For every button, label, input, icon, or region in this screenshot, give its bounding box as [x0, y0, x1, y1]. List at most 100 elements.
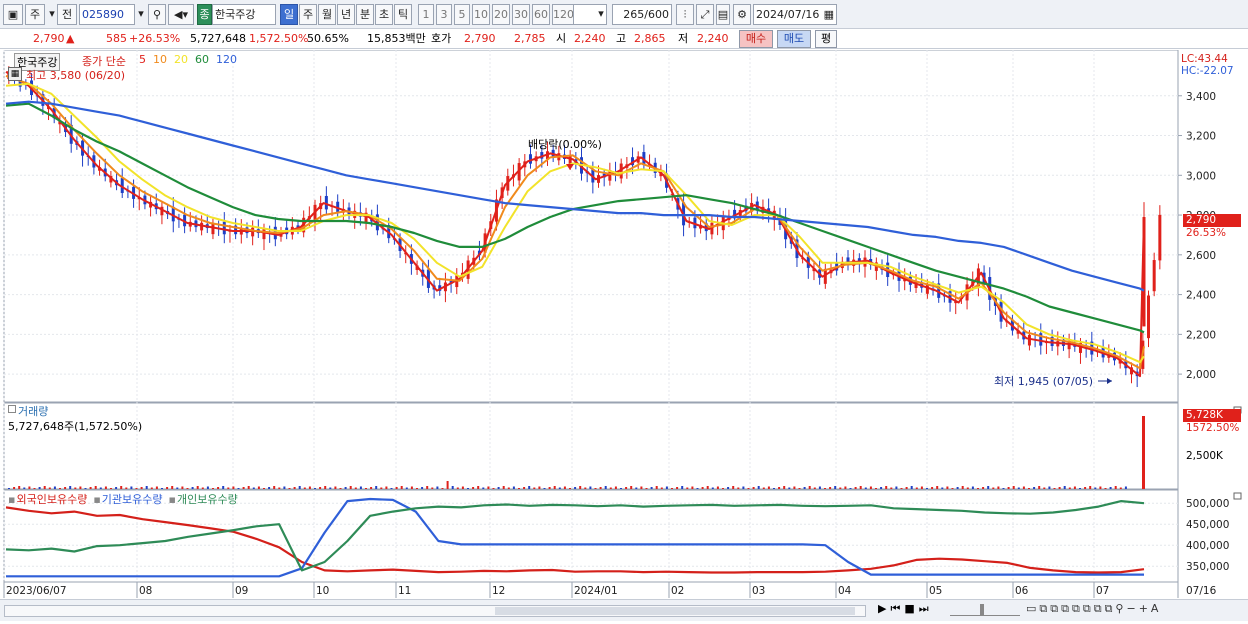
volume-bar-77 [400, 486, 403, 489]
volume-value: 5,727,648 [190, 32, 246, 45]
interval-tab-5[interactable]: 30 [512, 4, 530, 25]
x-label-12: 07 [1096, 585, 1109, 597]
interval-tab-7[interactable]: 120 [552, 4, 574, 25]
holding-y-label-2: 400,000 [1186, 540, 1229, 552]
volume-bar-17 [94, 486, 97, 489]
horizontal-scrollbar[interactable] [4, 605, 866, 617]
gear-icon[interactable]: ⚙ [733, 4, 751, 25]
holding-legend-marker-1[interactable]: ▪ [93, 493, 100, 506]
x-label-1: 08 [139, 585, 152, 597]
step-back-icon[interactable]: ⏮ [890, 602, 904, 615]
market-select[interactable]: 주 [25, 4, 45, 25]
volume-bar-73 [380, 487, 383, 489]
holding-y-label-3: 350,000 [1186, 561, 1229, 573]
interval-tab-1[interactable]: 3 [436, 4, 452, 25]
period-tab-2[interactable]: 월 [318, 4, 336, 25]
volume-bar-112 [579, 486, 582, 489]
volume-bar-37 [196, 486, 199, 489]
layout-3-icon[interactable]: ⧉ [1050, 602, 1061, 615]
nav-controls[interactable]: ▶⏮■⏭ [878, 602, 933, 616]
count-field[interactable]: 265/600 [612, 4, 672, 25]
zoom-in-icon[interactable]: + [1139, 602, 1151, 615]
volume-bar-131 [676, 487, 679, 489]
count-value: 265 [623, 8, 645, 21]
prev-button[interactable]: 전 [57, 4, 77, 25]
holding-legend-marker-2[interactable]: ▪ [169, 493, 176, 506]
save-icon[interactable]: ▤ [716, 4, 730, 25]
market-dropdown-icon[interactable]: ▾ [47, 4, 57, 25]
search-icon[interactable]: ⚲ [148, 4, 166, 25]
sell-button[interactable]: 매도 [777, 30, 811, 48]
volume-bar-192 [987, 486, 990, 489]
interval-tab-0[interactable]: 1 [418, 4, 434, 25]
volume-bar-51 [268, 487, 271, 489]
layout-5-icon[interactable]: ⧉ [1072, 602, 1083, 615]
period-tab-4[interactable]: 분 [356, 4, 374, 25]
ma-legend-1[interactable]: 10 [153, 53, 167, 66]
view-controls[interactable]: ▭⧉⧉⧉⧉⧉⧉⧉⚲−+A [1026, 602, 1161, 616]
holding-legend-marker-0[interactable]: ▪ [8, 493, 15, 506]
volume-bar-59 [308, 486, 311, 489]
ma-legend-0[interactable]: 5 [139, 53, 146, 66]
volume-bar-91 [472, 487, 475, 489]
compare-icon[interactable]: ⧉ [1105, 602, 1116, 615]
stock-name-field[interactable]: 한국주강 [212, 4, 276, 25]
scrollbar-thumb[interactable] [495, 607, 855, 615]
volume-bar-76 [395, 487, 398, 489]
ma-legend-3[interactable]: 60 [195, 53, 209, 66]
candle-body-10-3 [251, 227, 255, 237]
draw-tool-icon[interactable]: ⤢ [696, 4, 714, 25]
interval-tab-3[interactable]: 10 [472, 4, 490, 25]
volume-bar-168 [864, 487, 867, 489]
table-icon[interactable]: ▦ [8, 67, 22, 81]
layout-7-icon[interactable]: ⧉ [1094, 602, 1105, 615]
interval-dropdown-icon[interactable]: ▾ [596, 4, 606, 25]
period-tab-3[interactable]: 년 [337, 4, 355, 25]
layout-6-icon[interactable]: ⧉ [1083, 602, 1094, 615]
chart-canvas[interactable]: 2023/06/07 08 09 10 11 12 2024/01 02 03 04 05 06 07 0… [0, 49, 1248, 621]
font-size-icon[interactable]: A [1151, 602, 1162, 615]
period-tab-1[interactable]: 주 [299, 4, 317, 25]
volume-bar-60 [314, 488, 316, 489]
volume-bar-100 [518, 488, 520, 489]
interval-tab-4[interactable]: 20 [492, 4, 510, 25]
calendar-icon[interactable]: ▦ [824, 5, 834, 24]
period-tab-5[interactable]: 초 [375, 4, 393, 25]
ma-legend-2[interactable]: 20 [174, 53, 188, 66]
volume-bar-208 [1068, 487, 1071, 489]
period-tab-0[interactable]: 일 [280, 4, 298, 25]
volume-bar-163 [839, 487, 842, 489]
interval-tab-2[interactable]: 5 [454, 4, 470, 25]
zoom-search-icon[interactable]: ⚲ [1115, 602, 1126, 615]
layout-1-icon[interactable]: ▭ [1026, 602, 1039, 615]
hoga-bid: 2,785 [514, 32, 546, 45]
zoom-slider[interactable] [950, 604, 1020, 616]
layout-4-icon[interactable]: ⧉ [1061, 602, 1072, 615]
volume-toggle-icon[interactable] [8, 405, 16, 413]
window-icon[interactable]: ▣ [3, 4, 23, 25]
low-label: 저 [678, 32, 689, 45]
code-dropdown-icon[interactable]: ▾ [135, 4, 147, 25]
buy-button[interactable]: 매수 [739, 30, 773, 48]
candle-type-icon[interactable]: ⫶ [676, 4, 694, 25]
ma-legend-4[interactable]: 120 [216, 53, 237, 66]
period-tab-6[interactable]: 틱 [394, 4, 412, 25]
volume-bar-34 [181, 486, 184, 489]
volume-bar-53 [278, 487, 281, 489]
interval-tab-6[interactable]: 60 [532, 4, 550, 25]
stock-code-input[interactable]: 025890 [79, 4, 135, 25]
speaker-icon[interactable]: ◀▾ [168, 4, 194, 25]
flat-button[interactable]: 평 [815, 30, 837, 48]
zoom-out-icon[interactable]: − [1126, 602, 1138, 615]
stop-icon[interactable]: ■ [904, 602, 918, 615]
zoom-slider-handle[interactable] [980, 604, 984, 616]
volume-bar-125 [645, 488, 648, 489]
date-field[interactable]: 2024/07/16 ▦ [753, 4, 837, 25]
scroll-right-icon[interactable]: ▶ [878, 602, 890, 615]
step-forward-icon[interactable]: ⏭ [919, 602, 933, 615]
y-label-6: 2,200 [1186, 329, 1216, 341]
volume-bar-130 [671, 488, 673, 489]
holding-legend-2: 개인보유수량 [176, 493, 238, 506]
volume-bar-204 [1048, 486, 1051, 489]
layout-2-icon[interactable]: ⧉ [1039, 602, 1050, 615]
